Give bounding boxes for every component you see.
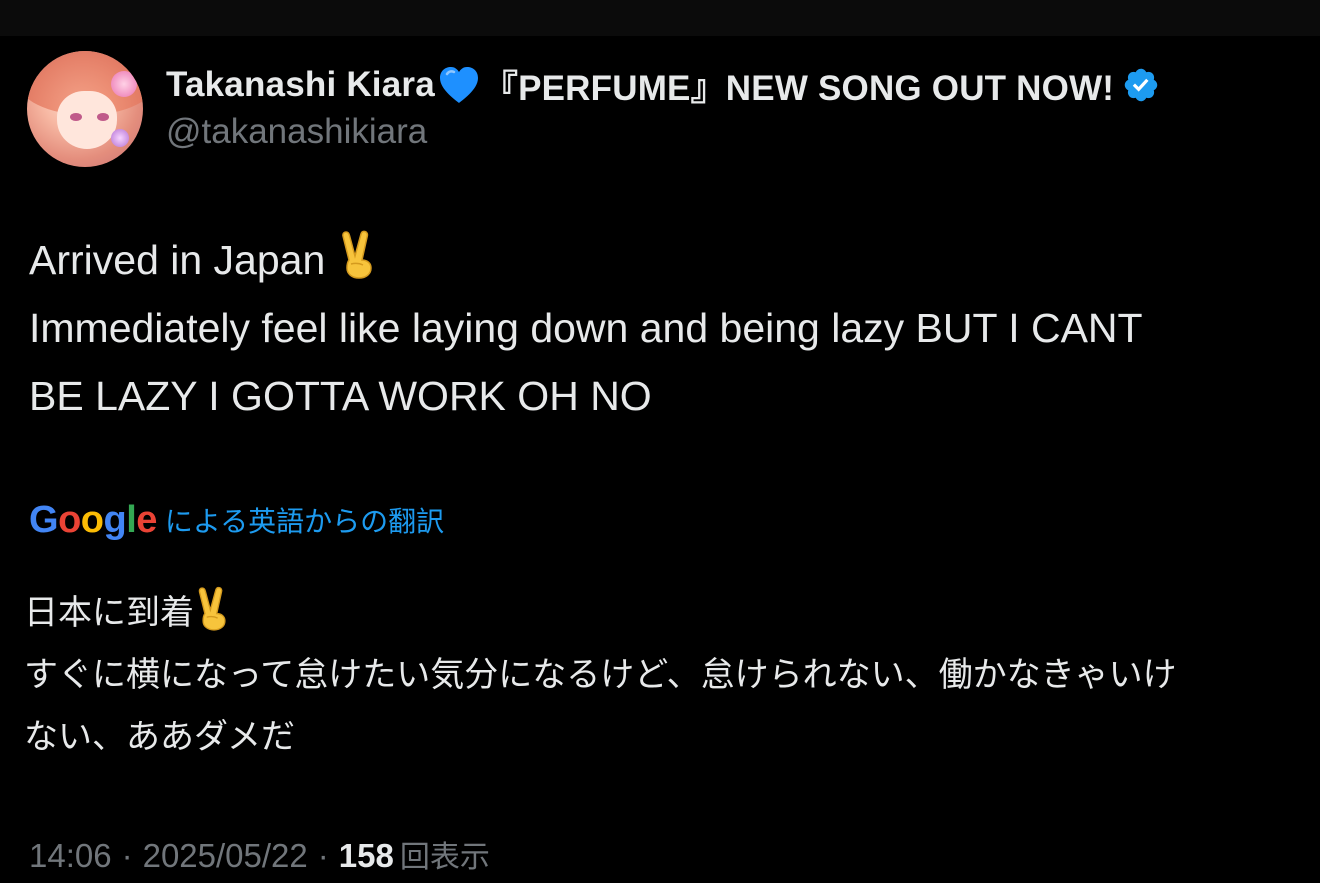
translation-label[interactable]: による英語からの翻訳 bbox=[165, 500, 444, 540]
avatar[interactable] bbox=[27, 51, 143, 167]
tweet-time[interactable]: 14:06 bbox=[29, 837, 112, 875]
tweet-line: Immediately feel like laying down and be… bbox=[29, 305, 1143, 351]
victory-hand-icon bbox=[337, 230, 381, 280]
verified-badge-icon[interactable] bbox=[1122, 66, 1160, 104]
tweet-card: Takanashi Kiara 『PERFUME』NEW SONG OUT NO… bbox=[0, 36, 1320, 883]
blue-heart-icon bbox=[437, 65, 481, 105]
google-logo: Google bbox=[29, 499, 157, 541]
tweet-date[interactable]: 2025/05/22 bbox=[143, 837, 308, 875]
tweet-text: Arrived in Japan Immediately feel like l… bbox=[29, 226, 1299, 430]
tweet-line: Arrived in Japan bbox=[29, 226, 1299, 294]
translation-attribution[interactable]: Google による英語からの翻訳 bbox=[29, 500, 444, 540]
meta-separator: · bbox=[317, 837, 329, 874]
meta-separator: · bbox=[121, 837, 133, 874]
victory-hand-icon bbox=[194, 586, 234, 632]
views-label: 回表示 bbox=[399, 840, 490, 875]
view-count[interactable]: 158 bbox=[339, 837, 394, 875]
author-display-name[interactable]: Takanashi Kiara bbox=[166, 65, 435, 105]
author-name-suffix[interactable]: 『PERFUME』NEW SONG OUT NOW! bbox=[483, 60, 1114, 111]
tweet-meta: 14:06 · 2025/05/22 · 158 回表示 bbox=[29, 832, 490, 876]
translated-text: 日本に到着 すぐに横になって怠けたい気分になるけど、怠けられない、働かなきゃいけ… bbox=[24, 582, 1304, 768]
translation-line: すぐに横になって怠けたい気分になるけど、怠けられない、働かなきゃいけ bbox=[24, 655, 1177, 695]
translation-line: 日本に到着 bbox=[24, 582, 1304, 644]
translation-line: ない、ああダメだ bbox=[24, 717, 295, 757]
author-handle[interactable]: @takanashikiara bbox=[166, 112, 427, 152]
author-name-row[interactable]: Takanashi Kiara 『PERFUME』NEW SONG OUT NO… bbox=[166, 62, 1160, 108]
tweet-line: BE LAZY I GOTTA WORK OH NO bbox=[29, 373, 652, 419]
top-bar bbox=[0, 0, 1320, 36]
